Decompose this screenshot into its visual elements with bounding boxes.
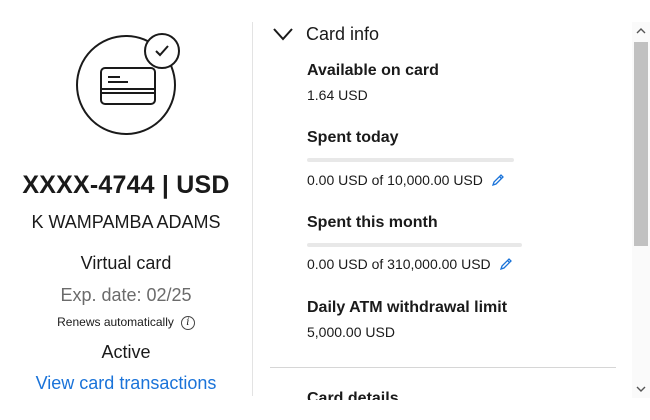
check-icon: [155, 45, 169, 57]
renewal-note: Renews automatically i: [0, 314, 252, 330]
expiry-date: Exp. date: 02/25: [60, 285, 192, 305]
card-type: Virtual card: [80, 253, 172, 273]
next-section-title: Card details: [307, 390, 399, 400]
panel-divider: [252, 22, 253, 396]
chevron-down-icon: [273, 27, 293, 40]
card-info-section: Card info Available on card 1.64 USD Spe…: [270, 0, 632, 420]
vertical-scrollbar[interactable]: [632, 22, 650, 398]
available-amount: 1.64 USD: [307, 87, 368, 103]
spent-month-progress: [307, 243, 522, 247]
view-card-transactions-link[interactable]: View card transactions: [0, 373, 252, 394]
renewal-text: Renews automatically: [57, 315, 174, 329]
scroll-thumb[interactable]: [634, 42, 648, 246]
scroll-down-button[interactable]: [632, 380, 650, 398]
credit-card-icon: [100, 67, 156, 105]
card-number: XXXX-4744 | USD: [22, 171, 230, 199]
active-check-badge: [144, 33, 180, 69]
info-icon[interactable]: i: [180, 316, 195, 330]
spent-month-amount: 0.00 USD of 310,000.00 USD: [307, 256, 491, 272]
atm-limit-amount: 5,000.00 USD: [307, 324, 395, 340]
scroll-up-button[interactable]: [632, 22, 650, 40]
pencil-icon: [499, 258, 512, 271]
spent-month-value: 0.00 USD of 310,000.00 USD: [307, 256, 513, 272]
chevron-up-icon: [636, 28, 646, 34]
spent-today-value: 0.00 USD of 10,000.00 USD: [307, 172, 505, 188]
available-value: 1.64 USD: [307, 87, 368, 103]
edit-daily-limit-button[interactable]: [491, 173, 505, 187]
atm-limit-label: Daily ATM withdrawal limit: [307, 299, 508, 316]
card-summary-panel: XXXX-4744 | USD K WAMPAMBA ADAMS Virtual…: [0, 0, 252, 420]
spent-today-amount: 0.00 USD of 10,000.00 USD: [307, 172, 483, 188]
spent-month-label: Spent this month: [307, 214, 438, 231]
spent-today-label: Spent today: [307, 129, 399, 146]
card-holder-name: K WAMPAMBA ADAMS: [31, 212, 221, 232]
section-divider: [270, 367, 616, 368]
atm-limit-value: 5,000.00 USD: [307, 324, 395, 340]
available-label: Available on card: [307, 62, 439, 79]
pencil-icon: [491, 174, 504, 187]
card-info-toggle[interactable]: Card info: [270, 24, 379, 45]
chevron-down-icon: [636, 386, 646, 392]
section-title: Card info: [306, 24, 380, 44]
card-status: Active: [101, 342, 151, 362]
spent-today-progress: [307, 158, 514, 162]
edit-monthly-limit-button[interactable]: [499, 257, 513, 271]
